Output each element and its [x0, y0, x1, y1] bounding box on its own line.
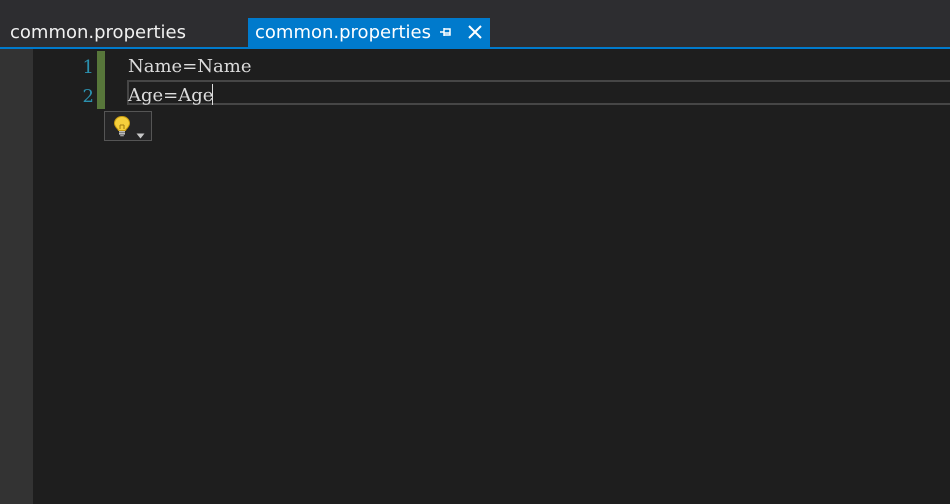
- close-icon[interactable]: [466, 23, 484, 41]
- tab-label: common.properties: [255, 22, 431, 43]
- current-line-highlight: [127, 80, 950, 105]
- tab-common-properties-active[interactable]: common.properties: [248, 18, 490, 47]
- glyph-margin[interactable]: [0, 49, 33, 504]
- line-number: 2: [82, 86, 94, 107]
- tab-label: common.properties: [10, 22, 186, 43]
- quick-actions-button[interactable]: [104, 111, 152, 141]
- code-line[interactable]: Name=Name: [128, 52, 252, 81]
- text-caret: [212, 84, 213, 105]
- change-marker: [97, 80, 105, 109]
- lightbulb-icon: [112, 115, 132, 137]
- code-line[interactable]: Age=Age: [128, 81, 213, 110]
- code-editor[interactable]: 1 2 Name=Name Age=Age: [0, 49, 950, 504]
- chevron-down-icon[interactable]: [136, 124, 145, 139]
- tab-strip: common.properties common.properties: [0, 0, 950, 49]
- change-marker: [97, 51, 105, 80]
- pin-icon[interactable]: [438, 24, 454, 40]
- tab-common-properties-inactive[interactable]: common.properties: [0, 18, 248, 47]
- line-number: 1: [82, 57, 94, 78]
